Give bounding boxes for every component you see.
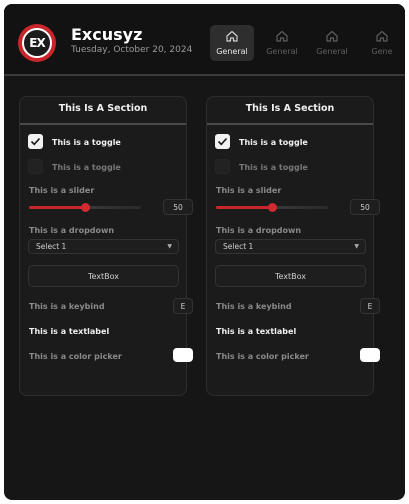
logo-mark: EX <box>22 28 52 58</box>
section-title: This Is A Section <box>58 103 148 114</box>
check-icon <box>30 137 41 146</box>
dropdown-label: This is a dropdown <box>29 226 115 235</box>
dropdown-value: Select 1 <box>223 242 254 251</box>
home-icon <box>326 30 338 42</box>
tab-label: Gene <box>371 47 393 56</box>
tab-general-2[interactable]: General <box>260 25 304 61</box>
color-picker-swatch[interactable] <box>360 348 380 362</box>
dropdown-value: Select 1 <box>36 242 67 251</box>
section-title: This Is A Section <box>245 103 335 114</box>
dropdown-select[interactable]: Select 1 ▼ <box>215 239 366 254</box>
header-bar: EX Excusyz Tuesday, October 20, 2024 Gen… <box>4 4 405 74</box>
toggle-label: This is a toggle <box>52 163 121 172</box>
check-icon <box>217 137 228 146</box>
home-icon <box>226 30 238 42</box>
tab-general-3[interactable]: General <box>310 25 354 61</box>
keybind-label: This is a keybind <box>29 302 105 311</box>
keybind-label: This is a keybind <box>216 302 292 311</box>
toggle-checkbox[interactable] <box>215 134 230 149</box>
slider-handle[interactable] <box>268 203 277 212</box>
toggle-label: This is a toggle <box>239 163 308 172</box>
chevron-down-icon: ▼ <box>167 243 172 250</box>
section-panel-left: This Is A Section This is a toggle This … <box>19 96 193 396</box>
color-picker-swatch[interactable] <box>173 348 193 362</box>
header-divider <box>4 74 405 76</box>
slider-handle[interactable] <box>81 203 90 212</box>
slider-value[interactable]: 50 <box>163 199 193 215</box>
toggle-label: This is a toggle <box>52 138 121 147</box>
textbox-input[interactable]: TextBox <box>28 265 179 287</box>
home-icon <box>376 30 388 42</box>
toggle-label: This is a toggle <box>239 138 308 147</box>
slider-label: This is a slider <box>216 186 282 195</box>
app-title: Excusyz <box>71 25 143 44</box>
logo: EX <box>18 24 56 62</box>
current-date: Tuesday, October 20, 2024 <box>71 45 193 55</box>
tab-label: General <box>266 47 298 56</box>
color-picker-label: This is a color picker <box>29 352 122 361</box>
section-divider <box>207 123 373 125</box>
tab-general-1[interactable]: General <box>210 25 254 61</box>
app-window: EX Excusyz Tuesday, October 20, 2024 Gen… <box>4 4 405 500</box>
tab-label: General <box>216 47 248 56</box>
home-icon <box>276 30 288 42</box>
section-divider <box>20 123 186 125</box>
chevron-down-icon: ▼ <box>354 243 359 250</box>
dropdown-label: This is a dropdown <box>216 226 302 235</box>
text-label: This is a textlabel <box>29 327 110 336</box>
slider-value[interactable]: 50 <box>350 199 380 215</box>
dropdown-select[interactable]: Select 1 ▼ <box>28 239 179 254</box>
toggle-checkbox[interactable] <box>215 159 230 174</box>
slider-label: This is a slider <box>29 186 95 195</box>
textbox-input[interactable]: TextBox <box>215 265 366 287</box>
section-panel-right: This Is A Section This is a toggle This … <box>206 96 380 396</box>
text-label: This is a textlabel <box>216 327 297 336</box>
toggle-checkbox[interactable] <box>28 159 43 174</box>
tab-label: General <box>316 47 348 56</box>
keybind-button[interactable]: E <box>173 298 193 314</box>
tab-general-4[interactable]: Gene <box>360 25 404 61</box>
toggle-checkbox[interactable] <box>28 134 43 149</box>
color-picker-label: This is a color picker <box>216 352 309 361</box>
keybind-button[interactable]: E <box>360 298 380 314</box>
